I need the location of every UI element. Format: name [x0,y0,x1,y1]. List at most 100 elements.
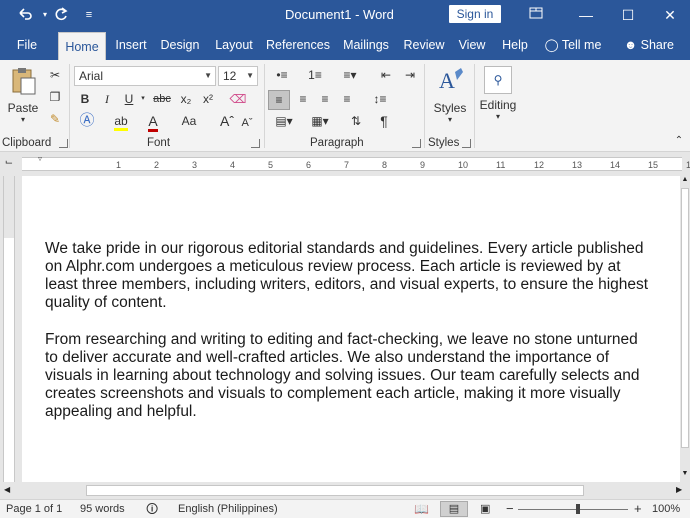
scroll-down-icon[interactable]: ▼ [681,470,689,480]
multilevel-list-icon[interactable]: ≡▾ [336,66,364,84]
ribbon: Paste ▾ ✂ ❐ ✎ Clipboard Arial ▼ 12 ▼ B I… [0,60,690,152]
italic-button[interactable]: I [98,90,116,108]
zoom-out-button[interactable]: − [506,500,514,518]
scroll-right-icon[interactable]: ▶ [676,485,682,494]
underline-dropdown-icon[interactable]: ▾ [138,90,148,108]
tab-review[interactable]: Review [398,30,450,60]
tab-insert[interactable]: Insert [110,30,152,60]
styles-group-label: Styles [428,137,460,149]
language-indicator[interactable]: English (Philippines) [178,500,278,518]
tab-design[interactable]: Design [156,30,204,60]
customize-qat-icon[interactable]: ≡ [78,5,100,25]
print-layout-icon[interactable]: ▤ [440,501,468,517]
minimize-button[interactable]: — [566,0,606,30]
align-left-icon[interactable]: ≡ [268,90,290,110]
status-bar: Page 1 of 1 95 words 🛈 English (Philippi… [0,499,690,518]
horizontal-scrollbar[interactable]: ◀ ▶ [0,482,690,499]
person-icon: ☻ [624,38,638,52]
zoom-slider-track[interactable] [518,509,628,510]
vertical-scrollbar[interactable]: ▲ ▼ [680,176,690,482]
clear-formatting-icon[interactable]: ⌫ [228,90,248,108]
justify-icon[interactable]: ≡ [336,90,358,108]
styles-button[interactable]: A Styles ▾ [430,66,470,130]
grow-font-icon[interactable]: Aˆ [218,112,236,130]
paragraph-1[interactable]: We take pride in our rigorous editorial … [45,240,670,312]
sign-in-button[interactable]: Sign in [449,5,501,23]
align-center-icon[interactable]: ≡ [292,90,314,108]
zoom-in-button[interactable]: + [634,500,642,518]
cut-icon[interactable]: ✂ [46,66,64,84]
font-color-button[interactable]: A [142,112,164,132]
ruler-track[interactable]: ▿ 12345678910111213141516 [22,154,690,171]
tab-view[interactable]: View [454,30,490,60]
change-case-button[interactable]: Aa [176,112,202,130]
tab-home[interactable]: Home [58,32,106,60]
font-family-dropdown[interactable]: Arial ▼ [74,66,216,86]
share-label: Share [640,38,674,52]
chevron-down-icon: ▼ [246,71,254,80]
paragraph-launcher-icon[interactable] [412,139,421,148]
align-right-icon[interactable]: ≡ [314,90,336,108]
close-button[interactable]: ✕ [650,0,690,30]
tab-layout[interactable]: Layout [208,30,260,60]
tab-mailings[interactable]: Mailings [338,30,394,60]
font-color-icon: A [148,113,158,132]
font-group-label: Font [147,137,171,149]
format-painter-icon[interactable]: ✎ [46,110,64,128]
paste-button[interactable]: Paste ▾ [6,66,40,126]
bold-button[interactable]: B [76,90,94,108]
text-line: creates screenshots and visuals to compl… [45,385,621,402]
styles-launcher-icon[interactable] [462,139,471,148]
shading-icon[interactable]: ▤▾ [270,112,298,130]
ribbon-display-icon[interactable] [516,0,556,30]
underline-button[interactable]: U [120,90,138,108]
tab-references[interactable]: References [264,30,332,60]
share-button[interactable]: ☻ Share [618,30,680,60]
strikethrough-button[interactable]: abc [150,90,174,108]
indent-marker-icon[interactable]: ▿ [38,154,42,163]
clipboard-launcher-icon[interactable] [59,139,68,148]
shrink-font-icon[interactable]: Aˇ [238,114,256,132]
undo-icon[interactable] [14,5,36,25]
tell-me-search[interactable]: ◯ Tell me [540,30,606,60]
scroll-up-icon[interactable]: ▲ [681,176,689,186]
numbering-icon[interactable]: 1≡ [302,66,328,84]
editing-button[interactable]: ⚲ Editing ▾ [478,66,518,130]
text-line: appealing and helpful. [45,403,197,420]
tab-selector-icon[interactable]: ⌙ [2,156,16,170]
copy-icon[interactable]: ❐ [46,88,64,106]
web-layout-icon[interactable]: ▣ [480,500,490,518]
font-size-dropdown[interactable]: 12 ▼ [218,66,258,86]
borders-icon[interactable]: ▦▾ [306,112,334,130]
scroll-left-icon[interactable]: ◀ [4,485,10,494]
page-count[interactable]: Page 1 of 1 [6,500,62,518]
tab-help[interactable]: Help [496,30,534,60]
line-spacing-icon[interactable]: ↕≡ [366,90,394,108]
highlight-color-button[interactable]: ab [110,112,132,131]
word-count[interactable]: 95 words [80,500,125,518]
repeat-icon[interactable] [50,5,72,25]
decrease-indent-icon[interactable]: ⇤ [376,66,396,84]
ruler-number: 15 [648,160,659,170]
paragraph-2[interactable]: From researching and writing to editing … [45,331,670,421]
ruler-number: 9 [420,160,426,170]
zoom-slider-handle[interactable] [576,504,580,514]
document-page[interactable]: We take pride in our rigorous editorial … [22,176,680,482]
bullets-icon[interactable]: •≡ [270,66,294,84]
show-formatting-icon[interactable]: ¶ [374,112,394,130]
text-effects-icon[interactable]: Ⓐ [76,112,98,130]
sort-icon[interactable]: ⇅ [346,112,366,130]
collapse-ribbon-icon[interactable]: ⌃ [672,132,686,150]
vertical-scroll-thumb[interactable] [681,188,689,448]
increase-indent-icon[interactable]: ⇥ [400,66,420,84]
subscript-button[interactable]: x₂ [176,90,196,108]
proofing-icon[interactable]: 🛈 [146,500,158,518]
tab-file[interactable]: File [8,30,46,60]
horizontal-scroll-thumb[interactable] [86,485,584,496]
font-launcher-icon[interactable] [251,139,260,148]
vertical-ruler [0,176,16,482]
superscript-button[interactable]: x² [198,90,218,108]
maximize-button[interactable]: ☐ [608,0,648,30]
read-mode-icon[interactable]: 📖 [414,500,429,518]
zoom-level[interactable]: 100% [652,500,680,518]
